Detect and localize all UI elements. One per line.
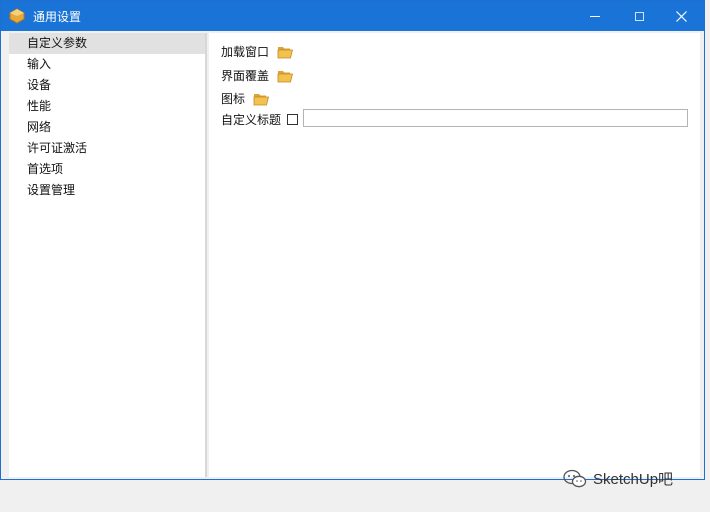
minimize-icon (590, 15, 600, 17)
minimize-button[interactable] (574, 1, 616, 31)
custom-title-row: 自定义标题 (221, 111, 299, 128)
sidebar-item-license-activation[interactable]: 许可证激活 (9, 138, 205, 159)
watermark: SketchUp吧 (563, 468, 673, 489)
watermark-text: SketchUp吧 (593, 471, 674, 488)
sidebar-item-device[interactable]: 设备 (9, 75, 205, 96)
wechat-icon (563, 469, 587, 487)
window-title: 通用设置 (33, 10, 82, 24)
sidebar: 自定义参数 输入 设备 性能 网络 许可证激活 首选项 设置管理 (9, 33, 207, 477)
custom-title-label: 自定义标题 (221, 113, 282, 127)
icon-label: 图标 (221, 92, 246, 106)
custom-title-checkbox[interactable] (287, 114, 299, 125)
sidebar-item-performance[interactable]: 性能 (9, 96, 205, 117)
ui-overlay-row: 界面覆盖 (221, 67, 294, 84)
sidebar-item-settings-management[interactable]: 设置管理 (9, 180, 205, 201)
ui-overlay-label: 界面覆盖 (221, 69, 270, 83)
custom-title-input[interactable] (303, 109, 688, 127)
sidebar-item-network[interactable]: 网络 (9, 117, 205, 138)
load-window-label: 加载窗口 (221, 45, 270, 59)
sidebar-item-custom-params[interactable]: 自定义参数 (9, 33, 205, 54)
load-window-row: 加载窗口 (221, 43, 294, 60)
maximize-icon (634, 11, 644, 21)
close-button[interactable] (660, 1, 702, 31)
folder-open-icon[interactable] (277, 45, 294, 59)
settings-window: 通用设置 自定义参数 输入 设备 性能 网络 许可证激活 首选项 设置管理 加载… (0, 0, 705, 480)
folder-open-icon[interactable] (253, 92, 270, 106)
app-icon (9, 8, 25, 24)
folder-open-icon[interactable] (277, 69, 294, 83)
maximize-button[interactable] (618, 1, 660, 31)
sidebar-item-input[interactable]: 输入 (9, 54, 205, 75)
icon-row: 图标 (221, 90, 270, 107)
close-icon (675, 10, 687, 22)
main-panel: 加载窗口 界面覆盖 图标 自定义标题 (209, 33, 700, 477)
title-bar[interactable]: 通用设置 (1, 1, 704, 31)
sidebar-item-preferences[interactable]: 首选项 (9, 159, 205, 180)
